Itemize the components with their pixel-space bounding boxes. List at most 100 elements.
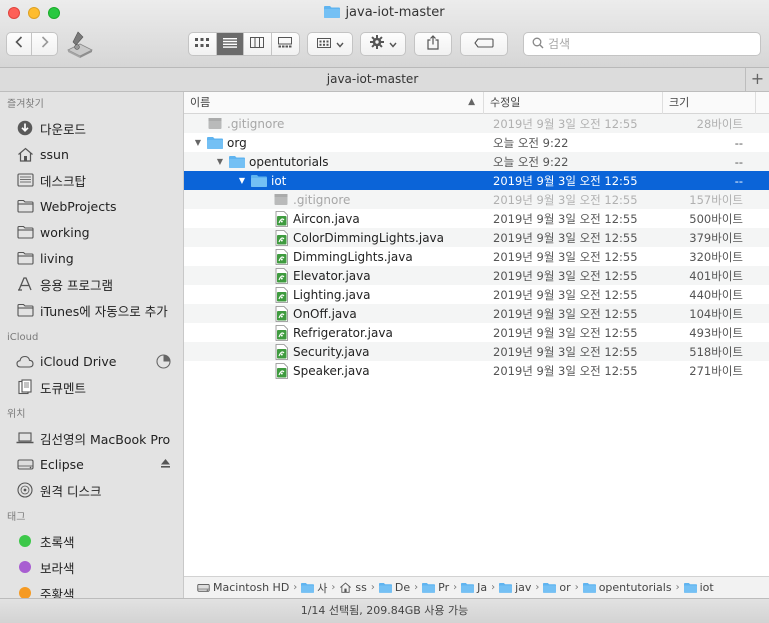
toolbar: java-iot-master (0, 0, 769, 68)
name-cell: ▼ org (184, 133, 484, 152)
column-header-row: 이름 ▲ 수정일 크기 (184, 92, 769, 114)
path-crumb[interactable]: iot (683, 581, 714, 594)
action-menu-button[interactable] (360, 32, 406, 56)
table-row[interactable]: Aircon.java 2019년 9월 3일 오전 12:55 500바이트 (184, 209, 769, 228)
new-tab-button[interactable]: + (745, 68, 769, 92)
file-size: -- (734, 173, 743, 188)
disk-utility-icon[interactable] (64, 28, 96, 60)
gallery-view-button[interactable] (272, 33, 299, 55)
table-row[interactable]: ▼ iot 2019년 9월 3일 오전 12:55 -- (184, 171, 769, 190)
table-row[interactable]: Lighting.java 2019년 9월 3일 오전 12:55 440바이트 (184, 285, 769, 304)
modified-date: 2019년 9월 3일 오전 12:55 (493, 249, 638, 264)
sidebar-item[interactable]: 초록색 (0, 528, 183, 554)
sidebar-item-label: 보라색 (40, 560, 75, 576)
table-row[interactable]: .gitignore 2019년 9월 3일 오전 12:55 28바이트 (184, 114, 769, 133)
sidebar-item-label: working (40, 224, 90, 240)
sidebar-item[interactable]: iTunes에 자동으로 추가 (0, 297, 183, 323)
file-size: 104바이트 (689, 306, 743, 321)
eject-icon[interactable] (160, 457, 171, 472)
chevron-down-icon (335, 37, 344, 52)
path-crumb[interactable]: Ja (461, 581, 487, 594)
file-name: ColorDimmingLights.java (293, 230, 444, 245)
tag-color-dot (16, 533, 34, 549)
sidebar-item[interactable]: 데스크탑 (0, 167, 183, 193)
table-row[interactable]: ▼ org 오늘 오전 9:22 -- (184, 133, 769, 152)
list-view-button[interactable] (216, 33, 244, 55)
column-header-size[interactable]: 크기 (663, 92, 756, 114)
status-text: 1/14 선택됨, 209.84GB 사용 가능 (300, 604, 469, 617)
column-header-date[interactable]: 수정일 (484, 92, 663, 114)
name-cell: .gitignore (184, 190, 484, 209)
search-input[interactable] (548, 37, 748, 51)
sync-progress-icon (156, 354, 171, 372)
folder-icon (582, 582, 596, 593)
edit-tags-button[interactable] (460, 32, 508, 56)
path-crumb[interactable]: 사 (301, 580, 327, 596)
name-cell: DimmingLights.java (184, 247, 484, 266)
tab-java-iot-master[interactable]: java-iot-master (0, 72, 745, 86)
sidebar-item[interactable]: iCloud Drive (0, 348, 183, 374)
sidebar-item[interactable]: 보라색 (0, 554, 183, 580)
modified-date: 2019년 9월 3일 오전 12:55 (493, 230, 638, 245)
path-crumb[interactable]: ss (339, 581, 367, 594)
arrange-grid-icon (316, 37, 331, 52)
path-crumb[interactable]: jav (499, 581, 531, 594)
table-row[interactable]: Refrigerator.java 2019년 9월 3일 오전 12:55 493… (184, 323, 769, 342)
sidebar-item[interactable]: working (0, 219, 183, 245)
path-crumb-label: jav (515, 581, 532, 594)
table-row[interactable]: Speaker.java 2019년 9월 3일 오전 12:55 271바이트 (184, 361, 769, 380)
sidebar-item[interactable]: ssun (0, 141, 183, 167)
file-list: 이름 ▲ 수정일 크기 .gitignore 2019년 9월 3일 오전 12:… (184, 92, 769, 576)
back-button[interactable] (7, 33, 33, 55)
sidebar-item[interactable]: 김선영의 MacBook Pro (0, 425, 183, 451)
sidebar-item[interactable]: WebProjects (0, 193, 183, 219)
search-field[interactable] (523, 32, 761, 56)
drive-icon (16, 456, 34, 472)
table-row[interactable]: .gitignore 2019년 9월 3일 오전 12:55 157바이트 (184, 190, 769, 209)
sidebar-item[interactable]: 응용 프로그램 (0, 271, 183, 297)
disclosure-triangle-icon[interactable]: ▼ (236, 176, 248, 185)
path-crumb[interactable]: De (378, 581, 411, 594)
disclosure-triangle-icon[interactable]: ▼ (214, 157, 226, 166)
gallery-icon (278, 36, 293, 52)
java-file-icon (273, 210, 289, 227)
file-name: iot (271, 173, 287, 188)
disclosure-triangle-icon[interactable]: ▼ (192, 138, 204, 147)
applications-icon (16, 276, 34, 292)
path-separator-icon: › (370, 582, 375, 593)
path-crumb-label: De (394, 581, 411, 594)
desktop-icon (16, 172, 34, 188)
name-cell: Refrigerator.java (184, 323, 484, 342)
java-file-icon (273, 362, 289, 379)
column-view-button[interactable] (244, 33, 272, 55)
sidebar-item-label: WebProjects (40, 198, 117, 214)
sidebar-item[interactable]: 원격 디스크 (0, 477, 183, 503)
share-icon (427, 34, 439, 54)
sidebar-item[interactable]: living (0, 245, 183, 271)
table-row[interactable]: OnOff.java 2019년 9월 3일 오전 12:55 104바이트 (184, 304, 769, 323)
column-header-name[interactable]: 이름 ▲ (184, 92, 484, 114)
sidebar-item[interactable]: 다운로드 (0, 115, 183, 141)
table-row[interactable]: ▼ opentutorials 오늘 오전 9:22 -- (184, 152, 769, 171)
file-name: .gitignore (227, 116, 285, 131)
table-row[interactable]: Security.java 2019년 9월 3일 오전 12:55 518바이트 (184, 342, 769, 361)
file-name: Security.java (293, 344, 370, 359)
share-button[interactable] (414, 32, 452, 56)
path-crumb-label: 사 (317, 581, 328, 595)
sidebar-item[interactable]: 주황색 (0, 580, 183, 599)
forward-button[interactable] (32, 33, 57, 55)
icon-view-button[interactable] (189, 33, 217, 55)
table-row[interactable]: ColorDimmingLights.java 2019년 9월 3일 오전 12… (184, 228, 769, 247)
path-separator-icon: › (675, 582, 680, 593)
table-row[interactable]: Elevator.java 2019년 9월 3일 오전 12:55 401바이트 (184, 266, 769, 285)
sidebar-item[interactable]: Eclipse (0, 451, 183, 477)
group-by-button[interactable] (307, 32, 353, 56)
path-crumb-label: opentutorials (598, 581, 672, 594)
table-row[interactable]: DimmingLights.java 2019년 9월 3일 오전 12:55 32… (184, 247, 769, 266)
sort-ascending-icon: ▲ (468, 97, 475, 107)
path-crumb[interactable]: Pr (422, 581, 449, 594)
sidebar-item[interactable]: 도큐멘트 (0, 374, 183, 400)
path-crumb[interactable]: Macintosh HD (197, 581, 289, 594)
path-crumb[interactable]: opentutorials (582, 581, 672, 594)
path-crumb[interactable]: or (543, 581, 571, 594)
